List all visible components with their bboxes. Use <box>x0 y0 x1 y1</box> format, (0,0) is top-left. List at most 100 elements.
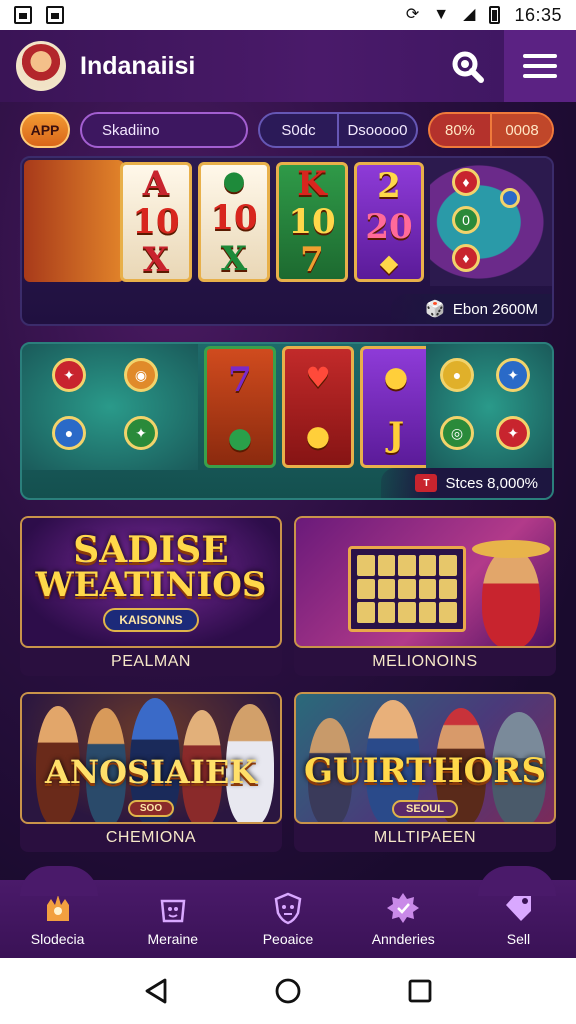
game-label: MELIONOINS <box>372 653 478 670</box>
chip-icon: ◉ <box>124 358 158 392</box>
jackpot-info: 🎲 Ebon 2600M <box>391 294 552 324</box>
system-navigation-bar <box>0 958 576 1024</box>
art-subtitle: KAISONNS <box>103 608 199 632</box>
sync-icon: ⟳ <box>405 6 420 23</box>
roulette-wheel: ♦ 0 ♦ <box>430 158 552 286</box>
search-field[interactable]: Skadiino <box>80 112 248 148</box>
jackpot-info: T Stces 8,000% <box>381 468 552 498</box>
option-left[interactable]: S0dc <box>260 122 337 139</box>
game-label: CHEMIONA <box>105 829 197 846</box>
game-tile[interactable]: SADISE WEATINIOS KAISONNS PEALMAN <box>20 516 282 676</box>
nav-item-annderies[interactable]: Annderies <box>346 880 461 958</box>
stats-pill: 80% 0008 <box>428 112 554 148</box>
reel-symbol: X <box>220 238 248 279</box>
option-toggle: S0dc Dsoooo0 <box>258 112 418 148</box>
chip-icon: ♦ <box>452 168 480 196</box>
chip-icon: ◎ <box>440 416 474 450</box>
art-title: ANOSIAIEK <box>44 753 258 791</box>
reel: A 10 X <box>120 162 192 282</box>
reel-symbol: 10 <box>210 197 258 238</box>
recents-button[interactable] <box>398 969 442 1013</box>
game-artwork <box>294 516 556 648</box>
nav-item-meraine[interactable]: Meraine <box>115 880 230 958</box>
reel-symbol: ● <box>305 419 331 452</box>
reel-symbol: ● <box>222 166 246 197</box>
jackpot-text: Stces 8,000% <box>445 474 538 492</box>
option-right[interactable]: Dsoooo0 <box>337 114 416 146</box>
featured-slot-banner[interactable]: A 10 X ● 10 X K 10 7 2 20 ◆ ♦ 0 ♦ 🎲 Ebon… <box>20 156 554 326</box>
image-notification-icon <box>46 6 64 24</box>
battery-icon <box>489 6 501 24</box>
home-button[interactable] <box>266 969 310 1013</box>
signal-icon: ◢ <box>463 6 476 23</box>
slot-banner-2[interactable]: ✦ ◉ ● ✦ 7 ● ♥ ● ● J ● ✦ ◎ ✦ T Stces 8,00… <box>20 342 554 500</box>
art-title: SADISE <box>73 529 229 571</box>
reel-symbol: K <box>297 164 327 204</box>
chip-icon <box>500 188 520 208</box>
chip-icon: 0 <box>452 206 480 234</box>
badge-icon <box>387 893 420 923</box>
art-subtitle: SEOUL <box>392 800 458 818</box>
game-tile[interactable]: MELIONOINS <box>294 516 556 676</box>
chip-icon: ✦ <box>496 416 530 450</box>
reel-symbol: A <box>142 164 170 204</box>
search-button[interactable] <box>444 43 490 89</box>
back-button[interactable] <box>134 969 178 1013</box>
art-subtitle: SOO <box>127 800 175 817</box>
chips-panel: ✦ ◉ ● ✦ <box>22 344 198 470</box>
nav-label: Sell <box>506 931 531 947</box>
search-icon <box>452 51 484 83</box>
nav-label: Peoaice <box>262 931 314 947</box>
stat-left[interactable]: 80% <box>430 122 490 139</box>
nav-label: Slodecia <box>30 931 85 947</box>
game-tile[interactable]: GUIRTHORS SEOUL MLLTIPAEEN <box>294 692 556 852</box>
chip-icon: ● <box>52 416 86 450</box>
chip-icon: ✦ <box>124 416 158 450</box>
reel: K 10 7 <box>276 162 348 282</box>
back-triangle-icon <box>145 978 167 1004</box>
reel: ● 10 X <box>198 162 270 282</box>
character-figure <box>482 548 540 646</box>
menu-button[interactable] <box>504 30 576 102</box>
reel-symbol: 10 <box>132 202 180 242</box>
coins-icon: 🎲 <box>425 301 445 318</box>
reel-symbol: 2 <box>377 165 401 206</box>
shield-icon <box>274 892 302 925</box>
reel: ♥ ● <box>282 346 354 468</box>
tag-icon <box>506 895 532 921</box>
app-button[interactable]: APP <box>20 112 70 148</box>
app-header: Indanaiisi <box>0 30 576 102</box>
recents-square-icon <box>408 979 432 1003</box>
chips-panel-right: ● ✦ ◎ ✦ <box>426 344 552 470</box>
nav-label: Meraine <box>147 931 199 947</box>
status-bar: ⟳ ▼ ◢ 16:35 <box>0 0 576 30</box>
avatar[interactable] <box>16 41 66 91</box>
reel-symbol: 7 <box>228 359 252 400</box>
stat-right[interactable]: 0008 <box>490 114 552 146</box>
reel-symbol: J <box>387 414 405 455</box>
filter-bar: APP Skadiino S0dc Dsoooo0 80% 0008 <box>20 112 556 148</box>
reel-symbol: ● <box>383 359 409 393</box>
game-tile[interactable]: ANOSIAIEK SOO CHEMIONA <box>20 692 282 852</box>
reel-frame-left <box>24 160 124 282</box>
game-label: PEALMAN <box>111 653 191 670</box>
chip-icon: ● <box>440 358 474 392</box>
game-label: MLLTIPAEEN <box>373 829 477 846</box>
game-artwork: GUIRTHORS SEOUL <box>294 692 556 824</box>
nav-item-peoaice[interactable]: Peoaice <box>230 880 345 958</box>
reel-set: A 10 X ● 10 X K 10 7 2 20 ◆ <box>120 162 424 282</box>
page-title: Indanaiisi <box>80 51 196 80</box>
reel: ● J <box>360 346 432 468</box>
reel-set: 7 ● ♥ ● ● J <box>204 346 432 468</box>
reel-symbol: ♥ <box>305 361 331 394</box>
chip-icon: ✦ <box>496 358 530 392</box>
reel-symbol: ● <box>227 420 253 454</box>
game-artwork: ANOSIAIEK SOO <box>20 692 282 824</box>
hat-shape <box>472 540 550 558</box>
reel-symbol: 7 <box>300 240 324 280</box>
nav-label: Annderies <box>371 931 435 947</box>
chip-icon: ♦ <box>452 244 480 272</box>
jackpot-text: Ebon 2600M <box>452 300 538 318</box>
gallery-notification-icon <box>14 6 32 24</box>
chip-icon: ✦ <box>52 358 86 392</box>
